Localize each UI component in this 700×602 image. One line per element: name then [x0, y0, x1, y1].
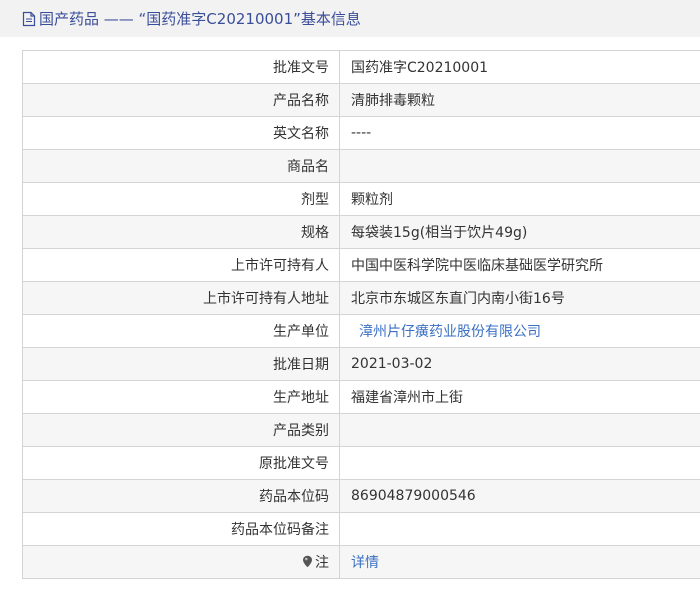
row-value: 每袋装15g(相当于饮片49g): [339, 215, 700, 249]
row-value: 中国中医科学院中医临床基础医学研究所: [339, 248, 700, 282]
row-label: 生产单位: [22, 314, 340, 348]
drug-info-table: 批准文号 国药准字C20210001 产品名称 清肺排毒颗粒 英文名称 ----…: [22, 50, 700, 579]
table-row: 注 详情: [22, 545, 700, 579]
table-row: 英文名称 ----: [22, 116, 700, 150]
details-link[interactable]: 详情: [351, 555, 379, 571]
title-bar: 国产药品 —— “国药准字C20210001”基本信息: [0, 0, 700, 37]
row-label: 产品名称: [22, 83, 340, 117]
table-row: 剂型 颗粒剂: [22, 182, 700, 216]
row-value: [339, 149, 700, 183]
table-row: 原批准文号: [22, 446, 700, 480]
row-label: 药品本位码备注: [22, 512, 340, 546]
row-label: 批准文号: [22, 50, 340, 84]
page: 国产药品 —— “国药准字C20210001”基本信息 批准文号 国药准字C20…: [0, 0, 700, 602]
row-label: 上市许可持有人: [22, 248, 340, 282]
table-row: 上市许可持有人 中国中医科学院中医临床基础医学研究所: [22, 248, 700, 282]
table-row: 产品类别: [22, 413, 700, 447]
row-label: 上市许可持有人地址: [22, 281, 340, 315]
row-value-cell: 漳州片仔癀药业股份有限公司: [339, 314, 700, 348]
row-label: 生产地址: [22, 380, 340, 414]
row-value: 颗粒剂: [339, 182, 700, 216]
row-value: 北京市东城区东直门内南小街16号: [339, 281, 700, 315]
row-label: 药品本位码: [22, 479, 340, 513]
row-label: 规格: [22, 215, 340, 249]
row-label: 剂型: [22, 182, 340, 216]
manufacturer-link[interactable]: 漳州片仔癀药业股份有限公司: [351, 324, 541, 340]
table-row: 商品名: [22, 149, 700, 183]
row-value: [339, 512, 700, 546]
row-value: 86904879000546: [339, 479, 700, 513]
table-row: 药品本位码备注: [22, 512, 700, 546]
row-value: 福建省漳州市上街: [339, 380, 700, 414]
row-value: ----: [339, 116, 700, 150]
row-value: 2021-03-02: [339, 347, 700, 381]
location-pin-icon: [302, 555, 313, 568]
table-row: 生产地址 福建省漳州市上街: [22, 380, 700, 414]
info-table-wrap: 批准文号 国药准字C20210001 产品名称 清肺排毒颗粒 英文名称 ----…: [22, 50, 700, 579]
note-label-cell: 注: [22, 545, 340, 579]
row-value: [339, 446, 700, 480]
table-row: 上市许可持有人地址 北京市东城区东直门内南小街16号: [22, 281, 700, 315]
table-row: 批准日期 2021-03-02: [22, 347, 700, 381]
table-row: 规格 每袋装15g(相当于饮片49g): [22, 215, 700, 249]
table-row: 产品名称 清肺排毒颗粒: [22, 83, 700, 117]
row-value: [339, 413, 700, 447]
row-value-cell: 详情: [339, 545, 700, 579]
row-label: 批准日期: [22, 347, 340, 381]
row-value: 清肺排毒颗粒: [339, 83, 700, 117]
row-label: 英文名称: [22, 116, 340, 150]
row-label: 商品名: [22, 149, 340, 183]
table-row: 批准文号 国药准字C20210001: [22, 50, 700, 84]
row-label: 产品类别: [22, 413, 340, 447]
table-row: 药品本位码 86904879000546: [22, 479, 700, 513]
document-icon: [22, 11, 36, 27]
row-label: 原批准文号: [22, 446, 340, 480]
row-value: 国药准字C20210001: [339, 50, 700, 84]
note-label: 注: [315, 555, 329, 571]
page-title: 国产药品 —— “国药准字C20210001”基本信息: [39, 10, 361, 28]
table-row: 生产单位 漳州片仔癀药业股份有限公司: [22, 314, 700, 348]
